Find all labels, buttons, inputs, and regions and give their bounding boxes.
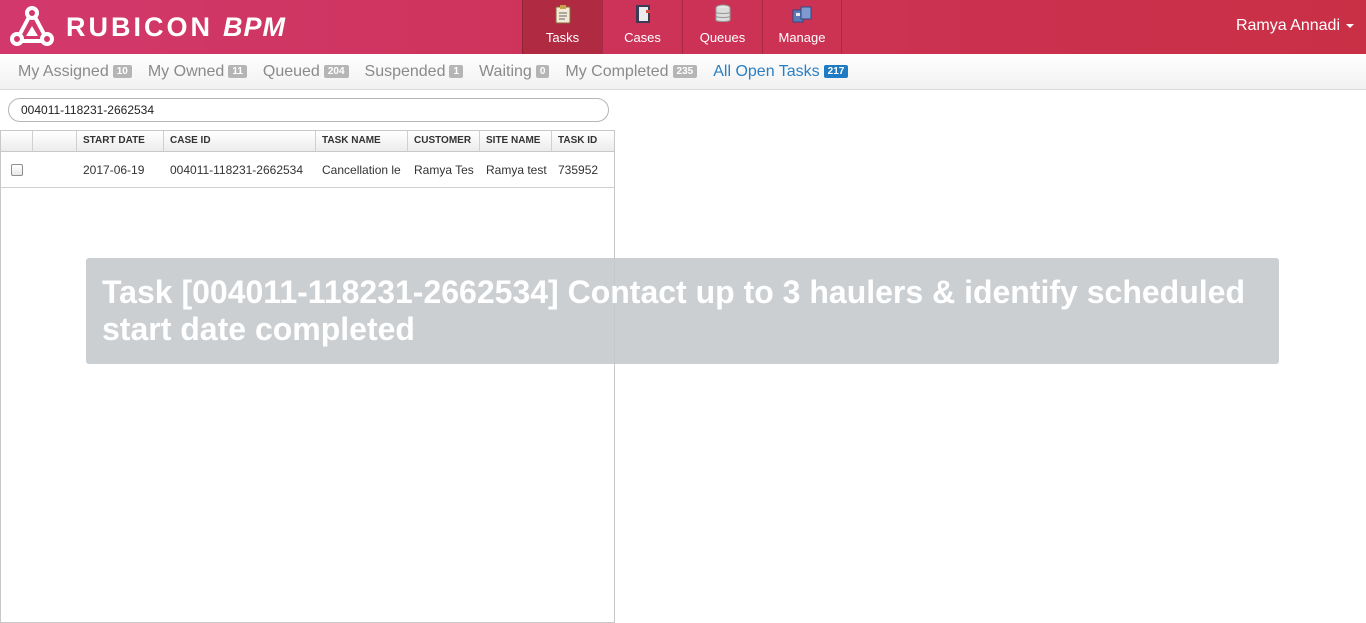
task-name-cell: Cancellation le — [322, 162, 401, 177]
task-id-cell: 735952 — [558, 162, 599, 177]
count-badge: 235 — [672, 65, 698, 78]
task-filter-tabs: My Assigned 10 My Owned 11 Queued 204 Suspe… — [0, 54, 1366, 90]
user-menu[interactable]: Ramya Annadi — [1236, 17, 1354, 35]
column-header-site-name[interactable]: SITE NAME — [480, 131, 552, 151]
count-badge: 217 — [823, 65, 849, 78]
caret-down-icon — [1346, 23, 1354, 28]
column-header-actions[interactable] — [33, 131, 77, 151]
nav-cases[interactable]: Cases — [602, 0, 682, 54]
main-nav: Tasks Cases Queues Manage — [522, 0, 842, 54]
database-icon — [712, 3, 734, 25]
tab-queued[interactable]: Queued 204 — [263, 63, 349, 81]
count-badge: 0 — [535, 65, 550, 78]
row-select-cell — [1, 163, 33, 176]
column-header-case-id[interactable]: CASE ID — [164, 131, 316, 151]
binder-icon — [632, 3, 654, 25]
column-header-customer[interactable]: CUSTOMER — [408, 131, 480, 151]
app-header: RUBICON BPM Tasks Cases Queues Manage Ra… — [0, 0, 1366, 54]
nav-label: Queues — [699, 30, 746, 45]
row-checkbox[interactable] — [11, 163, 23, 176]
grid-header: START DATE CASE ID TASK NAME CUSTOMER SI… — [1, 131, 614, 152]
nav-label: Manage — [778, 30, 826, 45]
column-header-task-id[interactable]: TASK ID — [552, 131, 614, 151]
rubicon-logo-icon — [10, 6, 54, 46]
site-name-cell: Ramya test — [486, 162, 547, 177]
count-badge: 204 — [323, 65, 349, 78]
search-input[interactable] — [8, 98, 609, 122]
rubicon-logo[interactable]: RUBICON BPM — [10, 6, 286, 48]
clipboard-icon — [552, 3, 574, 25]
case-id-cell: 004011-118231-2662534 — [170, 162, 304, 177]
column-header-select[interactable] — [1, 131, 33, 151]
column-header-task-name[interactable]: TASK NAME — [316, 131, 408, 151]
tab-suspended[interactable]: Suspended 1 — [365, 63, 464, 81]
task-grid: START DATE CASE ID TASK NAME CUSTOMER SI… — [0, 130, 615, 623]
customer-cell: Ramya Tes — [414, 162, 474, 177]
notification-message: Task [004011-118231-2662534] Contact up … — [102, 274, 1245, 347]
nav-label: Cases — [624, 30, 661, 45]
count-badge: 11 — [228, 65, 247, 78]
tab-all-open-tasks[interactable]: All Open Tasks 217 — [713, 63, 849, 81]
nav-tasks[interactable]: Tasks — [522, 0, 602, 54]
tab-my-assigned[interactable]: My Assigned 10 — [18, 63, 132, 81]
user-name: Ramya Annadi — [1235, 17, 1340, 34]
tab-my-owned[interactable]: My Owned 11 — [148, 63, 247, 81]
nav-label: Tasks — [545, 30, 580, 45]
count-badge: 10 — [112, 65, 132, 78]
nav-manage[interactable]: Manage — [762, 0, 842, 54]
briefcase-icon — [791, 3, 813, 25]
nav-queues[interactable]: Queues — [682, 0, 762, 54]
count-badge: 1 — [449, 65, 464, 78]
tab-waiting[interactable]: Waiting 0 — [479, 63, 550, 81]
column-header-start-date[interactable]: START DATE — [77, 131, 164, 151]
tab-my-completed[interactable]: My Completed 235 — [565, 63, 698, 81]
logo-text: RUBICON BPM — [66, 11, 286, 42]
table-row[interactable]: 2017-06-19 004011-118231-2662534 Cancell… — [1, 152, 614, 188]
start-date-cell: 2017-06-19 — [83, 162, 145, 177]
task-completed-notification[interactable]: Task [004011-118231-2662534] Contact up … — [86, 258, 1279, 364]
